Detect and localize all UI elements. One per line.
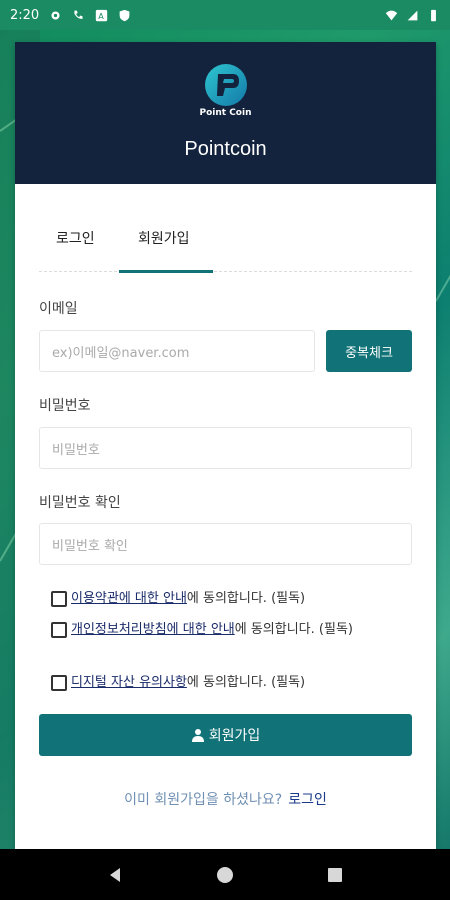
back-icon[interactable]	[106, 866, 124, 884]
text-a-icon: A	[96, 9, 108, 21]
duplicate-check-button[interactable]: 중복체크	[326, 330, 412, 372]
active-tab-indicator	[119, 270, 213, 273]
email-input[interactable]: ex)이메일@naver.com	[39, 330, 315, 372]
privacy-link[interactable]: 개인정보처리방침에 대한 안내	[71, 622, 235, 637]
signup-submit-button[interactable]: 회원가입	[39, 714, 412, 756]
agreement-text: 개인정보처리방침에 대한 안내에 동의합니다. (필독)	[71, 619, 353, 641]
agreement-privacy: 개인정보처리방침에 대한 안내에 동의합니다. (필독)	[51, 619, 396, 641]
status-bar: 2:20 A	[0, 0, 450, 30]
terms-link[interactable]: 이용약관에 대한 안내	[71, 591, 187, 606]
login-prompt: 이미 회원가입을 하셨나요? 로그인	[15, 789, 436, 809]
tab-login[interactable]: 로그인	[56, 228, 95, 248]
point-coin-logo	[201, 62, 251, 112]
login-link[interactable]: 로그인	[288, 792, 327, 808]
privacy-checkbox[interactable]	[51, 622, 67, 638]
terms-checkbox[interactable]	[51, 591, 67, 607]
svg-text:A: A	[98, 10, 104, 20]
app-title: Pointcoin	[184, 138, 267, 160]
password-confirm-input[interactable]: 비밀번호 확인	[39, 523, 412, 565]
password-label: 비밀번호	[39, 398, 91, 414]
background-line	[435, 274, 450, 302]
agreement-suffix: 에 동의합니다. (필독)	[186, 675, 306, 690]
agreement-digital-asset: 디지털 자산 유의사항에 동의합니다. (필독)	[51, 672, 396, 694]
settings-icon	[51, 10, 60, 20]
signal-icon	[407, 10, 418, 20]
navigation-bar	[0, 849, 450, 900]
password-confirm-label: 비밀번호 확인	[39, 495, 121, 511]
status-time: 2:20	[10, 7, 40, 23]
agreement-text: 이용약관에 대한 안내에 동의합니다. (필독)	[71, 588, 305, 610]
login-prompt-question: 이미 회원가입을 하셨나요?	[124, 792, 283, 808]
point-coin-logo-icon	[204, 64, 247, 106]
agreement-text: 디지털 자산 유의사항에 동의합니다. (필독)	[71, 672, 305, 694]
digital-asset-link[interactable]: 디지털 자산 유의사항	[71, 675, 187, 690]
tab-signup[interactable]: 회원가입	[138, 228, 190, 248]
user-icon	[191, 729, 204, 742]
agreement-suffix: 에 동의합니다. (필독)	[234, 622, 353, 637]
email-label: 이메일	[39, 301, 78, 317]
digital-asset-checkbox[interactable]	[51, 675, 67, 691]
agreement-suffix: 에 동의합니다. (필독)	[186, 591, 306, 606]
signup-submit-label: 회원가입	[208, 728, 261, 744]
home-icon[interactable]	[216, 866, 234, 884]
card-header: Point Coin Pointcoin	[15, 42, 436, 184]
auth-tabs: 로그인 회원가입	[39, 184, 412, 273]
shield-icon	[119, 9, 130, 21]
agreement-terms: 이용약관에 대한 안내에 동의합니다. (필독)	[51, 588, 396, 610]
signup-card: Point Coin Pointcoin 로그인 회원가입 이메일 ex)이메일…	[15, 42, 436, 850]
wifi-icon	[385, 10, 398, 20]
phone-icon	[74, 10, 83, 19]
recents-icon[interactable]	[326, 866, 344, 884]
password-input[interactable]: 비밀번호	[39, 427, 412, 469]
battery-icon	[431, 9, 436, 21]
